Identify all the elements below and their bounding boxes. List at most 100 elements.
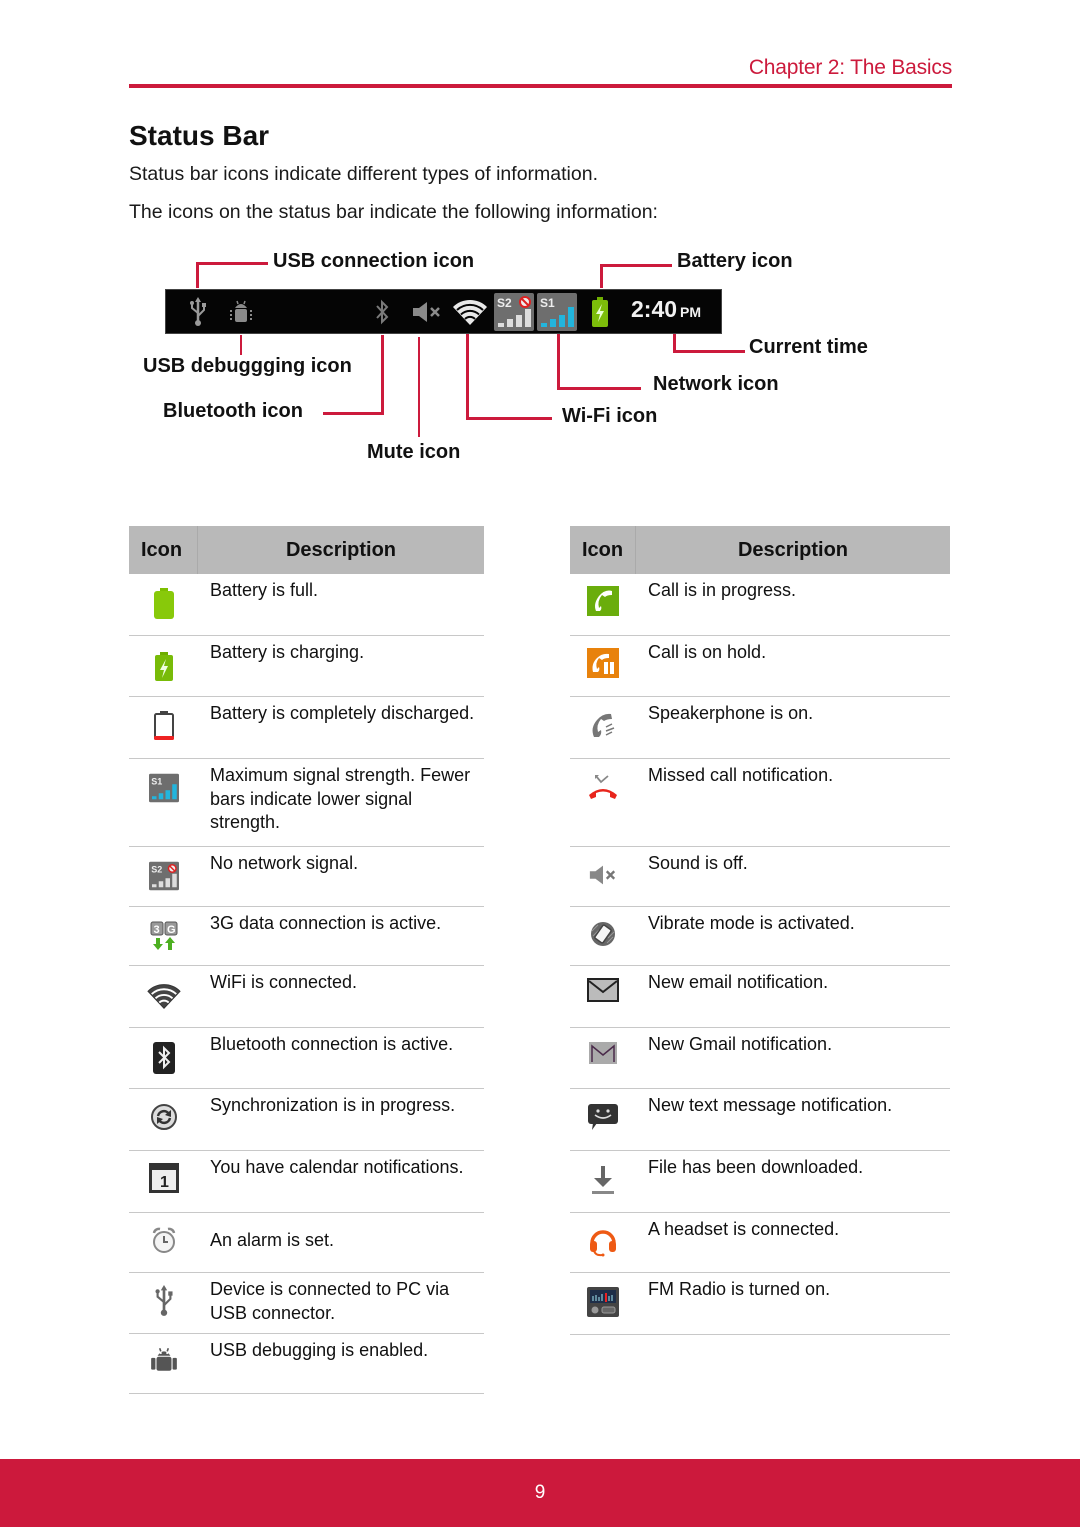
row-description: New Gmail notification. (648, 1034, 833, 1054)
text-message-icon (570, 1089, 636, 1150)
row-description: Call is on hold. (648, 642, 767, 662)
headset-icon (570, 1213, 636, 1272)
table-row: Vibrate mode is activated. (570, 907, 950, 966)
wifi-icon (451, 290, 489, 333)
table-row: A headset is connected. (570, 1213, 950, 1273)
gmail-icon (570, 1028, 636, 1088)
svg-text:S1: S1 (151, 776, 162, 786)
table-row: Battery is full. (129, 574, 484, 636)
fm-radio-icon (570, 1273, 636, 1334)
table-row: An alarm is set. (129, 1213, 484, 1273)
callout-network: Network icon (653, 373, 779, 395)
signal-max-icon: S1 (536, 290, 578, 333)
row-description: Sound is off. (648, 853, 748, 873)
wifi-icon (129, 966, 198, 1027)
row-description: A headset is connected. (648, 1219, 840, 1239)
table-row: FM Radio is turned on. (570, 1273, 950, 1335)
table-row: File has been downloaded. (570, 1151, 950, 1213)
row-description: USB debugging is enabled. (210, 1340, 429, 1360)
callout-usb-debugging: USB debuggging icon (143, 355, 352, 377)
calendar-icon: 1 (129, 1151, 198, 1212)
leader-line (600, 264, 672, 267)
table-row: WiFi is connected. (129, 966, 484, 1028)
svg-text:S1: S1 (540, 296, 555, 310)
icon-table-right: Icon Description Call is in progress. Ca… (570, 526, 950, 1335)
chapter-header: Chapter 2: The Basics (748, 56, 952, 79)
alarm-icon (129, 1213, 198, 1272)
android-debug-icon (129, 1334, 198, 1393)
email-icon (570, 966, 636, 1027)
table-row: Battery is completely discharged. (129, 697, 484, 759)
icon-table-left: Icon Description Battery is full. Batter… (129, 526, 484, 1394)
table-row: 3G 3G data connection is active. (129, 907, 484, 966)
leader-line (240, 335, 242, 355)
leader-line (381, 335, 384, 415)
table-row: Missed call notification. (570, 759, 950, 847)
status-bar: S2 S1 2:40 PM (165, 289, 722, 334)
speakerphone-icon (570, 697, 636, 758)
time-ampm: PM (680, 304, 702, 320)
header-rule (129, 84, 952, 88)
row-description: WiFi is connected. (210, 972, 358, 992)
no-signal-icon: S2 (493, 290, 535, 333)
row-description: An alarm is set. (210, 1230, 335, 1250)
battery-full-icon (129, 574, 198, 635)
usb-icon (186, 290, 210, 333)
table-row: USB debugging is enabled. (129, 1334, 484, 1394)
battery-charging-icon (589, 290, 611, 333)
leader-line (557, 334, 560, 389)
sync-icon (129, 1089, 198, 1150)
row-description: Battery is full. (210, 580, 319, 600)
callout-bluetooth: Bluetooth icon (163, 400, 303, 422)
vibrate-icon (570, 907, 636, 965)
table-row: Call is in progress. (570, 574, 950, 636)
android-debug-icon (226, 290, 256, 333)
intro-paragraph: The icons on the status bar indicate the… (129, 201, 658, 223)
callout-current-time: Current time (749, 336, 868, 358)
column-header-icon: Icon (570, 526, 636, 574)
row-description: Missed call notification. (648, 765, 834, 785)
column-header-description: Description (285, 538, 397, 561)
row-description: No network signal. (210, 853, 359, 873)
row-description: Battery is completely discharged. (210, 703, 475, 723)
column-header-icon: Icon (129, 526, 198, 574)
callout-mute: Mute icon (367, 441, 461, 463)
row-description: 3G data connection is active. (210, 913, 442, 933)
table-row: New Gmail notification. (570, 1028, 950, 1089)
row-description: Battery is charging. (210, 642, 365, 662)
battery-empty-icon (129, 697, 198, 758)
callout-wifi: Wi-Fi icon (562, 405, 658, 427)
row-description: You have calendar notifications. (210, 1157, 464, 1177)
table-row: Call is on hold. (570, 636, 950, 697)
svg-text:S2: S2 (151, 864, 162, 874)
sound-off-icon (570, 847, 636, 906)
table-row: Bluetooth connection is active. (129, 1028, 484, 1089)
leader-line (466, 334, 469, 420)
row-description: Maximum signal strength. Fewer bars indi… (210, 765, 471, 832)
svg-text:3: 3 (153, 924, 159, 936)
leader-line (466, 417, 552, 420)
leader-line (557, 387, 641, 390)
page-number: 9 (534, 1482, 546, 1503)
table-row: Sound is off. (570, 847, 950, 907)
no-signal-icon: S2 (129, 847, 198, 906)
svg-text:S2: S2 (497, 296, 512, 310)
missed-call-icon (570, 759, 636, 846)
column-header-description: Description (737, 538, 849, 561)
leader-line (196, 262, 199, 288)
bluetooth-icon (371, 290, 393, 333)
row-description: Speakerphone is on. (648, 703, 814, 723)
page-footer: 9 (0, 1459, 1080, 1527)
leader-line (673, 350, 745, 353)
intro-paragraph: Status bar icons indicate different type… (129, 163, 598, 185)
table-row: Device is connected to PC via USB connec… (129, 1273, 484, 1334)
table-header: Icon Description (570, 526, 950, 574)
call-in-progress-icon (570, 574, 636, 635)
status-bar-time: 2:40 PM (631, 296, 701, 323)
leader-line (418, 337, 420, 437)
row-description: Synchronization is in progress. (210, 1095, 456, 1115)
row-description: Vibrate mode is activated. (648, 913, 855, 933)
row-description: New text message notification. (648, 1095, 893, 1115)
mute-icon (410, 290, 444, 333)
3g-data-icon: 3G (129, 907, 198, 965)
